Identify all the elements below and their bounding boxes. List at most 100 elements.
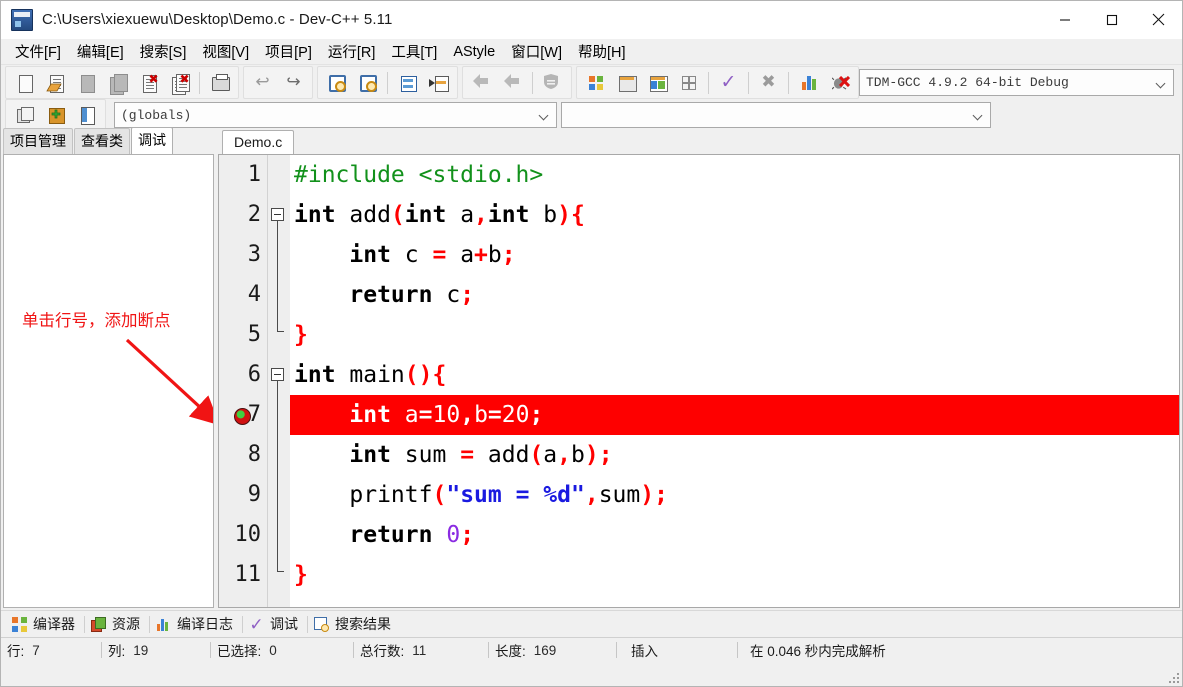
line-number[interactable]: 3 (221, 235, 261, 275)
compile-run-icon (648, 73, 668, 93)
line-number[interactable]: 10 (221, 515, 261, 555)
minimize-button[interactable] (1041, 1, 1088, 38)
window-controls (1041, 1, 1182, 38)
syntax-check-button[interactable]: ✓ (713, 68, 744, 97)
menu-tools[interactable]: 工具[T] (384, 39, 444, 64)
menu-search[interactable]: 搜索[S] (133, 39, 194, 64)
tab-class-browser[interactable]: 查看类 (74, 128, 130, 154)
code-line[interactable]: int a=10,b=20; (290, 395, 1179, 435)
code-token: main (336, 362, 405, 388)
magnifier-icon (313, 616, 330, 633)
code-token: return (349, 282, 432, 308)
redo-button[interactable]: ↪ (278, 68, 309, 97)
line-number[interactable]: 4 (221, 275, 261, 315)
debug-button[interactable] (824, 68, 855, 97)
fold-toggle-icon[interactable] (271, 208, 284, 221)
find-button[interactable] (321, 68, 352, 97)
code-token: ; (460, 282, 474, 308)
code-line[interactable]: } (290, 555, 1179, 595)
compile-button[interactable] (580, 68, 611, 97)
maximize-button[interactable] (1088, 1, 1135, 38)
line-number[interactable]: 1 (221, 155, 261, 195)
print-button[interactable] (204, 68, 235, 97)
menu-file[interactable]: 文件[F] (8, 39, 68, 64)
tab-debug-panel[interactable]: ✓ 调试 (243, 612, 307, 636)
undo-button[interactable]: ↩ (247, 68, 278, 97)
tab-search-results-label: 搜索结果 (335, 614, 391, 634)
save-button[interactable] (71, 68, 102, 97)
close-file-button[interactable]: ✖ (133, 68, 164, 97)
menu-run[interactable]: 运行[R] (321, 39, 383, 64)
compile-icon (586, 73, 606, 93)
tab-project-manager[interactable]: 项目管理 (3, 128, 73, 154)
menu-edit[interactable]: 编辑[E] (70, 39, 131, 64)
menu-astyle[interactable]: AStyle (446, 42, 502, 62)
insert-button[interactable] (40, 101, 71, 130)
profile-button[interactable] (793, 68, 824, 97)
code-token (432, 522, 446, 548)
shield-button[interactable] (537, 68, 568, 97)
breakpoint-marker[interactable] (234, 408, 251, 425)
code-token: int (349, 442, 391, 468)
toolbar-group-search (317, 66, 458, 99)
save-all-button[interactable] (102, 68, 133, 97)
line-number[interactable]: 5 (221, 315, 261, 355)
line-number-gutter[interactable]: 1 2 3 4 5 6 7 8 9 10 11 (219, 155, 268, 607)
fold-toggle-icon[interactable] (271, 368, 284, 381)
rebuild-button[interactable] (673, 68, 704, 97)
add-to-project-button[interactable] (9, 101, 40, 130)
tab-resources[interactable]: 资源 (85, 612, 149, 636)
compiler-selector[interactable]: TDM-GCC 4.9.2 64-bit Debug (859, 69, 1174, 96)
menu-help[interactable]: 帮助[H] (571, 39, 633, 64)
close-all-button[interactable]: ✖ (164, 68, 195, 97)
member-selector[interactable] (561, 102, 991, 128)
code-line[interactable]: printf("sum = %d",sum); (290, 475, 1179, 515)
code-line[interactable]: int add(int a,int b){ (290, 195, 1179, 235)
stop-execution-button[interactable]: ✖ (753, 68, 784, 97)
fold-column[interactable] (268, 155, 290, 607)
toggle-panel-button[interactable] (71, 101, 102, 130)
replace-button[interactable] (352, 68, 383, 97)
tab-compile-log[interactable]: 编译日志 (150, 612, 242, 636)
code-token: ); (585, 442, 613, 468)
tab-debug[interactable]: 调试 (131, 127, 173, 154)
line-number[interactable]: 8 (221, 435, 261, 475)
line-number[interactable]: 6 (221, 355, 261, 395)
nav-forward-button[interactable] (497, 68, 528, 97)
close-button[interactable] (1135, 1, 1182, 38)
tab-compiler[interactable]: 编译器 (6, 612, 84, 636)
code-text-area[interactable]: #include <stdio.h>int add(int a,int b){ … (290, 155, 1179, 607)
line-number[interactable]: 9 (221, 475, 261, 515)
run-button[interactable] (611, 68, 642, 97)
code-line[interactable]: return 0; (290, 515, 1179, 555)
menu-view[interactable]: 视图[V] (195, 39, 256, 64)
stop-x-icon: ✖ (759, 73, 779, 93)
code-line[interactable]: } (290, 315, 1179, 355)
goto-line-button[interactable] (392, 68, 423, 97)
resize-grip[interactable] (1168, 672, 1179, 683)
annotation-arrow (4, 155, 214, 608)
nav-back-button[interactable] (466, 68, 497, 97)
menu-window[interactable]: 窗口[W] (504, 39, 569, 64)
code-line[interactable]: return c; (290, 275, 1179, 315)
tab-demo-c[interactable]: Demo.c (222, 130, 294, 154)
line-number[interactable]: 11 (221, 555, 261, 595)
tab-search-results[interactable]: 搜索结果 (308, 612, 400, 636)
add-to-project-icon (15, 105, 35, 125)
code-line[interactable]: int main(){ (290, 355, 1179, 395)
code-editor[interactable]: 1 2 3 4 5 6 7 8 9 10 11 (218, 154, 1180, 608)
open-file-button[interactable] (40, 68, 71, 97)
line-number[interactable]: 2 (221, 195, 261, 235)
code-token: int (294, 202, 336, 228)
code-line[interactable]: int sum = add(a,b); (290, 435, 1179, 475)
new-file-button[interactable] (9, 68, 40, 97)
code-token: int (488, 202, 530, 228)
code-token: = (488, 402, 502, 428)
goto-function-button[interactable] (423, 68, 454, 97)
status-bar: 行: 7 列: 19 已选择: 0 总行数: 11 长度: 169 插入 在 0… (1, 637, 1182, 662)
menu-project[interactable]: 项目[P] (258, 39, 319, 64)
code-line[interactable]: int c = a+b; (290, 235, 1179, 275)
compile-run-button[interactable] (642, 68, 673, 97)
scope-selector[interactable]: (globals) (114, 102, 557, 128)
code-line[interactable]: #include <stdio.h> (290, 155, 1179, 195)
